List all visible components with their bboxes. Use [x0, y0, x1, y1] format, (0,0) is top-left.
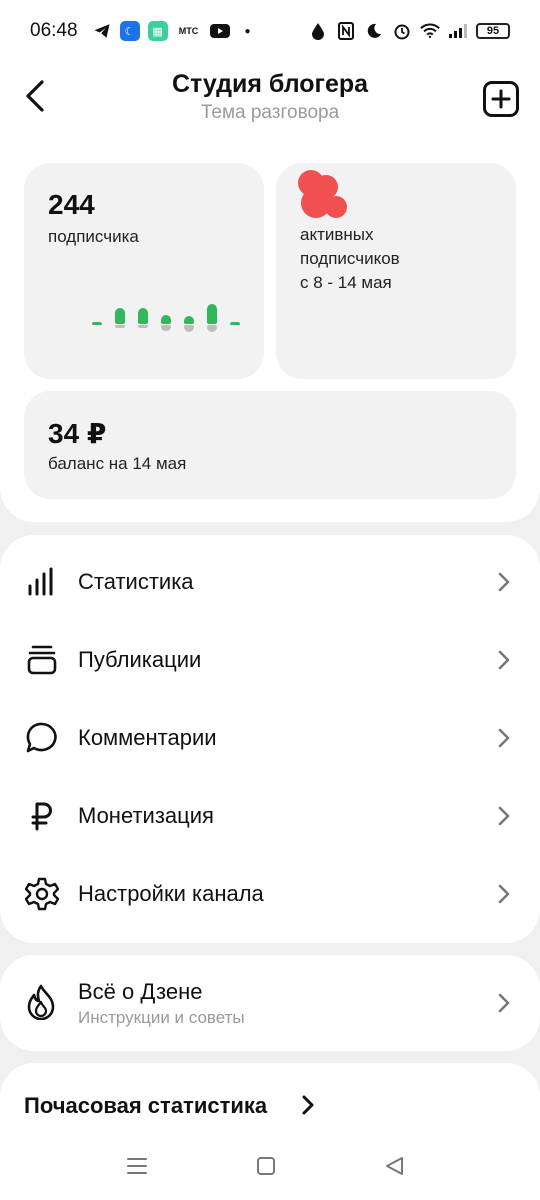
- sparkline-bar: [138, 308, 148, 338]
- subscribers-label: подписчика: [48, 227, 139, 246]
- menu-item-monetization[interactable]: Монетизация: [0, 777, 540, 855]
- sparkline-bar: [115, 308, 125, 338]
- page-title: Студия блогера: [171, 70, 369, 98]
- menu-item-label: Комментарии: [78, 725, 217, 750]
- chevron-right-icon: [498, 806, 510, 826]
- hourly-statistics-title[interactable]: Почасовая статистика: [24, 1093, 267, 1119]
- bar-chart-icon: [24, 564, 60, 600]
- header: Студия блогера Тема разговора: [0, 62, 540, 142]
- chevron-right-icon: [498, 650, 510, 670]
- redacted-value-mark: [298, 170, 347, 218]
- status-time: 06:48: [30, 20, 78, 41]
- flame-icon: [24, 984, 60, 1021]
- menu-card: Статистика Публикации Комментарии Монети…: [0, 535, 540, 943]
- chevron-right-icon: [498, 993, 510, 1013]
- sparkline-bar: [184, 308, 194, 338]
- battery-indicator: 95: [476, 23, 510, 39]
- balance-label: баланс на 14 мая: [48, 454, 187, 473]
- add-publication-button[interactable]: [483, 81, 519, 117]
- menu-nav-icon[interactable]: [125, 1154, 149, 1178]
- system-icons: 95: [308, 21, 510, 41]
- chevron-right-icon: [498, 728, 510, 748]
- menu-item-label: Монетизация: [78, 803, 214, 828]
- telegram-icon: [92, 21, 112, 41]
- sparkline-bar: [230, 308, 240, 338]
- chevron-right-icon[interactable]: [300, 1094, 316, 1116]
- back-nav-icon[interactable]: [383, 1154, 407, 1178]
- stack-icon: [24, 642, 60, 678]
- page-subtitle[interactable]: Тема разговора: [0, 102, 540, 124]
- alarm-icon: [392, 21, 412, 41]
- menu-item-label: Настройки канала: [78, 881, 264, 906]
- balance-card[interactable]: 34 ₽ баланс на 14 мая: [24, 391, 516, 499]
- menu-item-label: Статистика: [78, 569, 194, 594]
- sparkline-bar: [207, 304, 217, 338]
- nfc-icon: [336, 21, 356, 41]
- active-subscribers-card[interactable]: активных подписчиков с 8 - 14 мая: [276, 163, 516, 379]
- menu-item-publications[interactable]: Публикации: [0, 621, 540, 699]
- youtube-icon: [209, 21, 230, 41]
- notification-icons: ☾ ▦ МТС ●: [92, 21, 258, 41]
- signal-icon: [448, 21, 468, 41]
- sparkline-bar: [92, 308, 102, 338]
- active-subscribers-label: активных подписчиков с 8 - 14 мая: [300, 225, 400, 292]
- wifi-icon: [420, 21, 440, 41]
- menu-item-statistics[interactable]: Статистика: [0, 543, 540, 621]
- subscribers-count: 244: [48, 189, 95, 220]
- subscribers-sparkline: [92, 304, 252, 338]
- menu-item-label: Публикации: [78, 647, 202, 672]
- more-dot-icon: ●: [244, 25, 251, 37]
- calculator-app-icon: ▦: [147, 21, 168, 41]
- system-navigation-bar: [0, 1140, 540, 1200]
- do-not-disturb-moon-icon: [364, 21, 384, 41]
- balance-value: 34 ₽: [48, 418, 107, 449]
- chevron-right-icon: [498, 884, 510, 904]
- top-sheet: Студия блогера Тема разговора 244 подпис…: [0, 62, 540, 522]
- about-zen-subtitle: Инструкции и советы: [78, 1008, 245, 1027]
- chat-bubble-icon: [24, 720, 60, 756]
- home-nav-icon[interactable]: [254, 1154, 278, 1178]
- plus-icon: [491, 89, 511, 109]
- ruble-icon: [24, 798, 60, 834]
- about-zen-title: Всё о Дзене: [78, 979, 203, 1004]
- about-zen-card[interactable]: Всё о Дзене Инструкции и советы: [0, 955, 540, 1051]
- gear-icon: [24, 876, 60, 912]
- moon-app-icon: ☾: [119, 21, 140, 41]
- subscribers-card[interactable]: 244 подписчика: [24, 163, 264, 379]
- drop-icon: [308, 21, 328, 41]
- mts-icon: МТС: [178, 26, 199, 36]
- menu-item-channel-settings[interactable]: Настройки канала: [0, 855, 540, 933]
- menu-item-comments[interactable]: Комментарии: [0, 699, 540, 777]
- sparkline-bar: [161, 308, 171, 338]
- status-bar: 06:48 ☾ ▦ МТС ● 95: [0, 0, 540, 62]
- chevron-right-icon: [498, 572, 510, 592]
